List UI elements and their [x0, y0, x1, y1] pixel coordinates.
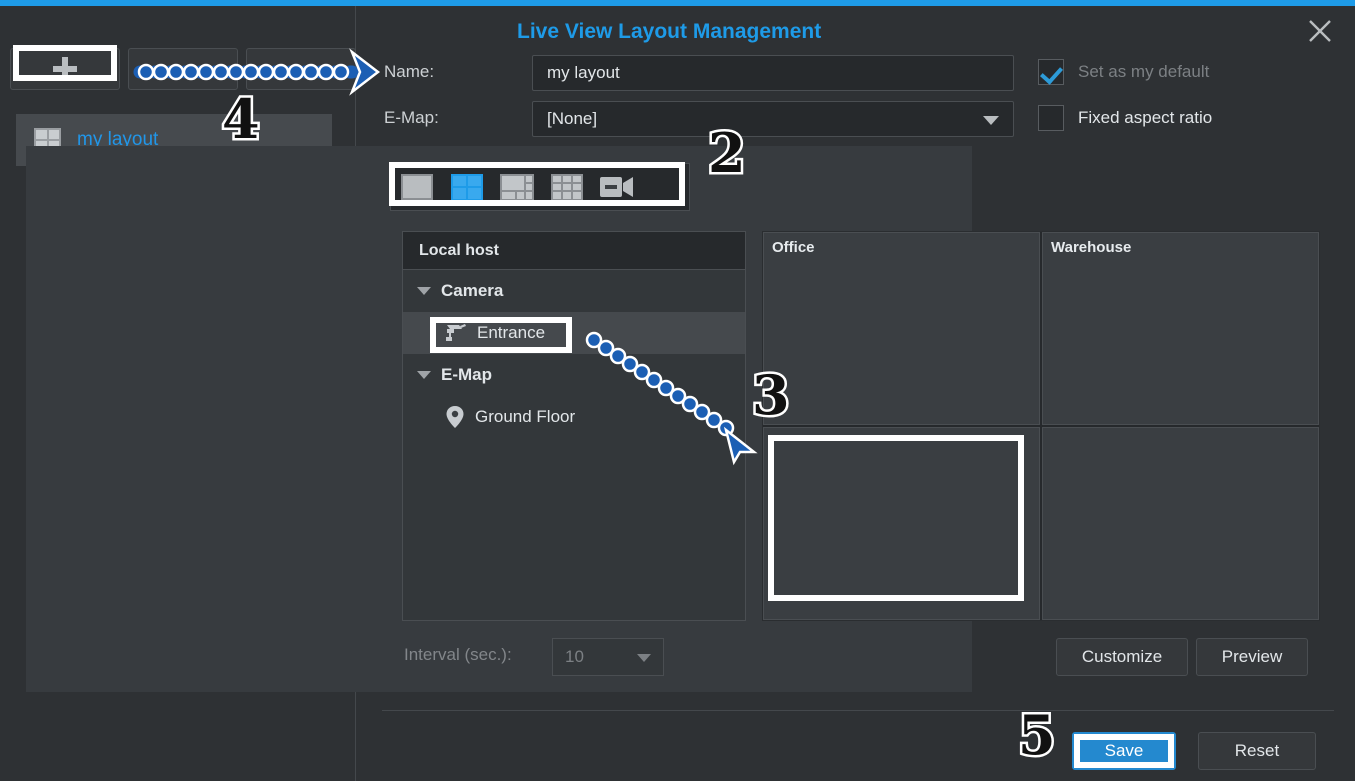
close-glyph	[1309, 20, 1331, 42]
title-bar: Live View Layout Management	[357, 6, 1355, 58]
checkbox-box-default	[1038, 59, 1064, 85]
tree-item-entrance[interactable]: Entrance	[403, 312, 745, 354]
layout-3x3-button[interactable]	[549, 172, 585, 202]
third-toolbar-button[interactable]	[246, 48, 356, 90]
reset-button[interactable]: Reset	[1198, 732, 1316, 770]
second-toolbar-button[interactable]	[128, 48, 238, 90]
close-icon[interactable]	[1305, 16, 1335, 46]
chevron-down-icon	[417, 287, 431, 295]
interval-select[interactable]: 10	[552, 638, 664, 676]
set-as-default-label: Set as my default	[1078, 62, 1210, 81]
name-label: Name:	[384, 62, 435, 81]
layout-mode-bar	[390, 163, 690, 211]
tree-item-entrance-label: Entrance	[477, 323, 546, 342]
fixed-aspect-ratio-label: Fixed aspect ratio	[1078, 108, 1213, 127]
customize-button[interactable]: Customize	[1056, 638, 1188, 676]
map-pin-icon	[445, 405, 465, 429]
video-camera-icon	[600, 177, 633, 197]
name-input[interactable]: my layout	[532, 55, 1014, 91]
layout-3x3-icon	[551, 173, 583, 201]
preview-cell-label: Office	[772, 239, 815, 256]
tree-header: Local host	[403, 232, 745, 270]
layout-1plus5-icon	[500, 173, 534, 201]
layout-1x1-button[interactable]	[399, 172, 435, 202]
preview-cell-warehouse[interactable]: Warehouse	[1042, 232, 1319, 425]
tree-group-emap[interactable]: E-Map	[403, 354, 745, 396]
tree-group-emap-label: E-Map	[441, 365, 492, 384]
camera-icon	[445, 324, 467, 342]
layout-sequence-button[interactable]	[599, 172, 635, 202]
set-as-default-checkbox[interactable]: Set as my default	[1038, 59, 1209, 85]
map-pin-glyph	[446, 406, 464, 428]
tree-item-ground-floor[interactable]: Ground Floor	[403, 396, 745, 438]
tree-group-camera-label: Camera	[441, 281, 504, 300]
camera-glyph	[446, 324, 466, 341]
tree-group-camera[interactable]: Camera	[403, 270, 745, 312]
preview-cell-bottom-left[interactable]	[763, 427, 1040, 620]
device-tree: Local host Camera Entrance E-Map Ground …	[402, 231, 746, 621]
preview-cell-office[interactable]: Office	[763, 232, 1040, 425]
preview-cell-bottom-right[interactable]	[1042, 427, 1319, 620]
layout-1x1-icon	[401, 174, 433, 200]
layout-1plus5-button[interactable]	[499, 172, 535, 202]
emap-select[interactable]: [None]	[532, 101, 1014, 137]
layout-2x2-icon	[451, 173, 483, 201]
footer-divider	[382, 710, 1334, 711]
plus-icon	[53, 57, 77, 81]
layout-2x2-button[interactable]	[449, 172, 485, 202]
preview-cell-label: Warehouse	[1051, 239, 1132, 256]
preview-button[interactable]: Preview	[1196, 638, 1308, 676]
save-button[interactable]: Save	[1072, 732, 1176, 770]
tree-item-ground-floor-label: Ground Floor	[475, 407, 576, 426]
interval-label: Interval (sec.):	[404, 645, 512, 664]
preview-grid: Office Warehouse	[762, 231, 1320, 621]
sidebar-toolbar	[10, 48, 356, 90]
chevron-down-icon	[417, 371, 431, 379]
checkbox-box-aspect	[1038, 105, 1064, 131]
fixed-aspect-ratio-checkbox[interactable]: Fixed aspect ratio	[1038, 105, 1212, 131]
emap-label: E-Map:	[384, 108, 439, 127]
live-view-layout-dialog: my layout Live View Layout Management Na…	[0, 0, 1355, 781]
page-title: Live View Layout Management	[517, 20, 822, 43]
add-layout-button[interactable]	[10, 48, 120, 90]
